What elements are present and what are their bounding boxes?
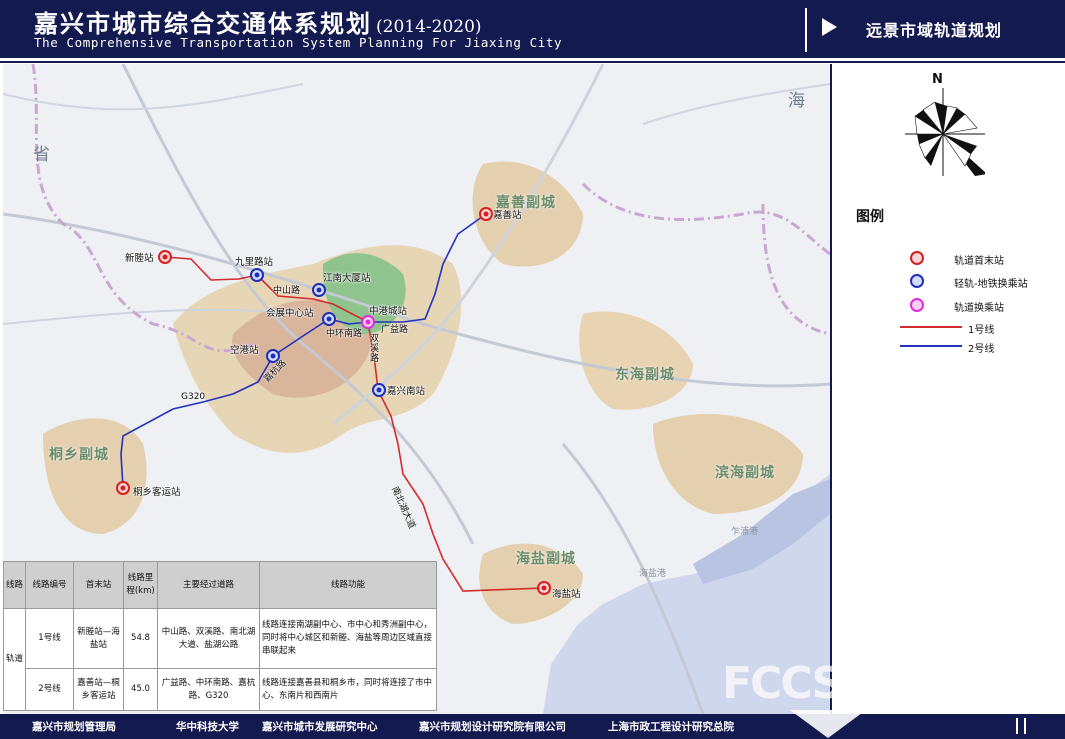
table-cell-length: 54.8 bbox=[123, 607, 158, 670]
station-label-zhonghuannan: 中环南路 bbox=[326, 329, 363, 339]
legend-label: 轨道换乘站 bbox=[954, 303, 1004, 314]
table-header-row: 线路 线路编号 首末站 线路里程(km) 主要经过道路 线路功能 bbox=[3, 561, 437, 609]
play-arrow-icon bbox=[822, 18, 837, 36]
footer-bar: 嘉兴市规划管理局 华中科技大学 嘉兴市城市发展研究中心 嘉兴市规划设计研究院有限… bbox=[0, 710, 1065, 739]
station-label-jiangnandasha: 江南大厦站 bbox=[323, 273, 371, 284]
table-cell-roads: 广益路、中环南路、嘉杭路、G320 bbox=[157, 668, 260, 711]
table-cell-function: 线路连接南湖副中心、市中心和秀洲副中心，同时将中心城区和新塍、海盐等周边区域直接… bbox=[259, 607, 437, 670]
table-cell-ends: 嘉善站—桐乡客运站 bbox=[73, 668, 124, 711]
sheet-title: 远景市域轨道规划 bbox=[866, 21, 1003, 40]
table-row: 2号线 嘉善站—桐乡客运站 45.0 广益路、中环南路、嘉杭路、G320 线路连… bbox=[4, 668, 437, 711]
footer-rule bbox=[1016, 718, 1018, 734]
line-info-table: 线路 线路编号 首末站 线路里程(km) 主要经过道路 线路功能 轨道 1号线 … bbox=[3, 561, 437, 711]
station-label-jiaxingnan: 嘉兴南站 bbox=[387, 386, 426, 397]
table-header: 线路里程(km) bbox=[123, 561, 158, 609]
footer-org: 嘉兴市规划管理局 bbox=[32, 721, 116, 733]
station-label-huizhan: 会展中心站 bbox=[266, 308, 314, 319]
legend-label: 2号线 bbox=[968, 344, 995, 355]
legend-title: 图例 bbox=[856, 209, 884, 225]
area-label-haiyan: 海盐副城 bbox=[516, 551, 576, 567]
interchange-station-marker bbox=[326, 316, 332, 322]
transfer-station-marker bbox=[365, 319, 371, 325]
transfer-station-icon bbox=[910, 298, 924, 312]
compass-rose-icon bbox=[905, 88, 985, 176]
legend-label: 轻轨-地铁换乘站 bbox=[954, 279, 1028, 290]
table-header: 线路 bbox=[3, 561, 26, 609]
station-label-haiyan: 海盐站 bbox=[552, 589, 581, 600]
footer-org: 华中科技大学 bbox=[176, 721, 239, 733]
table-header: 主要经过道路 bbox=[157, 561, 260, 609]
area-label-tongxiang: 桐乡副城 bbox=[49, 447, 109, 463]
interchange-station-marker bbox=[254, 272, 260, 278]
watermark-logo: FCCS bbox=[722, 658, 843, 709]
line1-swatch bbox=[900, 326, 962, 328]
watermark-name: 中国房产超市网 bbox=[872, 669, 991, 689]
page-subtitle-en: The Comprehensive Transportation System … bbox=[34, 35, 563, 50]
header-bar: 嘉兴市城市综合交通体系规划 (2014-2020) The Comprehensi… bbox=[0, 0, 1065, 58]
terminal-station-marker bbox=[162, 254, 168, 260]
station-label-tongxiang: 桐乡客运站 bbox=[133, 487, 181, 498]
interchange-station-marker bbox=[376, 387, 382, 393]
legend-item-line2: 2号线 bbox=[900, 339, 1030, 355]
terminal-station-marker bbox=[120, 485, 126, 491]
terminal-station-marker bbox=[483, 211, 489, 217]
footer-org: 上海市政工程设计研究总院 bbox=[608, 721, 734, 733]
road-label-guangyi: 广益路 bbox=[381, 325, 409, 335]
station-label-konggang: 空港站 bbox=[230, 345, 259, 356]
terminal-station-icon bbox=[910, 251, 924, 265]
table-cell-group: 轨道 bbox=[3, 608, 26, 711]
road-label-g320: G320 bbox=[181, 392, 206, 402]
port-label-haiyan: 海盐港 bbox=[639, 569, 667, 579]
station-label-xinteng: 新塍站 bbox=[125, 253, 154, 264]
interchange-station-marker bbox=[316, 287, 322, 293]
table-row: 轨道 1号线 新塍站—海盐站 54.8 中山路、双溪路、南北湖大道、盐湖公路 线… bbox=[3, 607, 437, 711]
table-cell-length: 45.0 bbox=[123, 668, 158, 711]
footer-org: 嘉兴市城市发展研究中心 bbox=[262, 721, 378, 733]
footer-rule bbox=[1024, 718, 1026, 734]
table-cell-code: 2号线 bbox=[25, 668, 74, 711]
station-label-jiashan: 嘉善站 bbox=[493, 210, 522, 221]
interchange-station-icon bbox=[910, 274, 924, 288]
legend-item-line1: 1号线 bbox=[900, 320, 1030, 336]
title-years: (2014-2020) bbox=[376, 17, 482, 37]
terminal-station-marker bbox=[541, 585, 547, 591]
area-label-donghai: 东海副城 bbox=[615, 367, 675, 383]
table-cell-function: 线路连接嘉善县和桐乡市，同时将连接了市中心、东南片和西南片 bbox=[259, 668, 437, 711]
sea-label: 海 bbox=[788, 91, 805, 111]
header-divider bbox=[805, 8, 807, 52]
footer-triangle-icon bbox=[790, 710, 866, 738]
interchange-station-marker bbox=[270, 353, 276, 359]
footer-org: 嘉兴市规划设计研究院有限公司 bbox=[419, 721, 566, 733]
area-label-binhai: 滨海副城 bbox=[715, 465, 775, 481]
table-cell-ends: 新塍站—海盐站 bbox=[73, 607, 124, 670]
page-title: 嘉兴市城市综合交通体系规划 (2014-2020) bbox=[34, 9, 482, 38]
station-label-jiulilu: 九里路站 bbox=[235, 257, 274, 268]
table-header: 线路编号 bbox=[25, 561, 74, 609]
watermark-url: www.fccs.com bbox=[872, 688, 972, 704]
table-header: 线路功能 bbox=[259, 561, 437, 609]
table-header: 首末站 bbox=[73, 561, 124, 609]
road-label-zhongshan: 中山路 bbox=[273, 286, 301, 296]
header-rule bbox=[0, 58, 1065, 63]
port-label-zhapu: 乍浦港 bbox=[731, 527, 759, 537]
table-cell-roads: 中山路、双溪路、南北湖大道、盐湖公路 bbox=[157, 607, 260, 670]
legend-label: 轨道首末站 bbox=[954, 256, 1004, 267]
legend-label: 1号线 bbox=[968, 325, 995, 336]
station-label-zhonggang: 中港城站 bbox=[369, 306, 408, 317]
compass-north-label: N bbox=[932, 72, 943, 87]
table-cell-code: 1号线 bbox=[25, 607, 74, 670]
province-label: 省 bbox=[33, 145, 50, 165]
road-label-shuangxi: 双溪路 bbox=[370, 334, 380, 364]
line2-swatch bbox=[900, 345, 962, 347]
